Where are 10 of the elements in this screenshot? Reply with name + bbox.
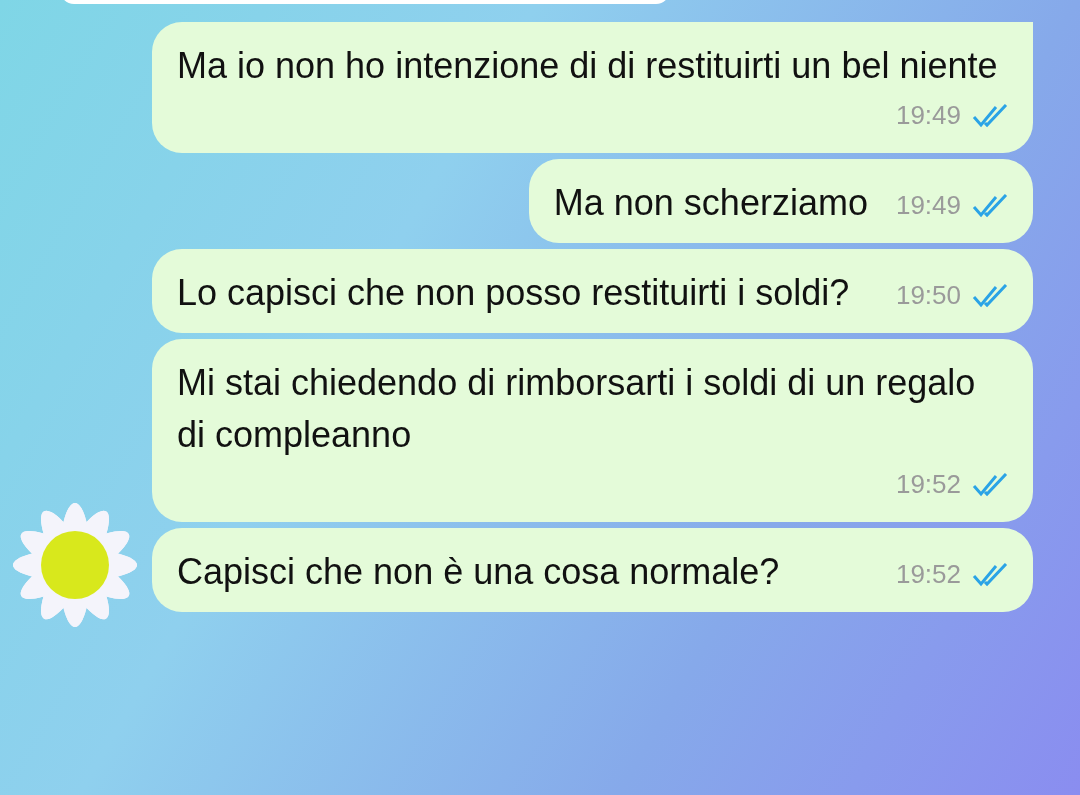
message-text: Ma io non ho intenzione di di restituirti un bel niente bbox=[177, 44, 998, 88]
message-time: 19:50 bbox=[895, 280, 961, 311]
message-text: Capisci che non è una cosa normale? bbox=[177, 550, 780, 594]
message-text: Mi stai chiedendo di rimborsarti i soldi di un regalo di compleanno bbox=[177, 361, 977, 457]
message-text: Lo capisci che non posso restituirti i soldi? bbox=[177, 271, 850, 315]
message-time: 19:52 bbox=[895, 469, 961, 500]
message-time: 19:52 bbox=[895, 559, 961, 590]
message-time: 19:49 bbox=[895, 190, 961, 221]
message-time: 19:49 bbox=[895, 100, 961, 131]
message-text: Ma non scherziamo bbox=[553, 181, 868, 225]
